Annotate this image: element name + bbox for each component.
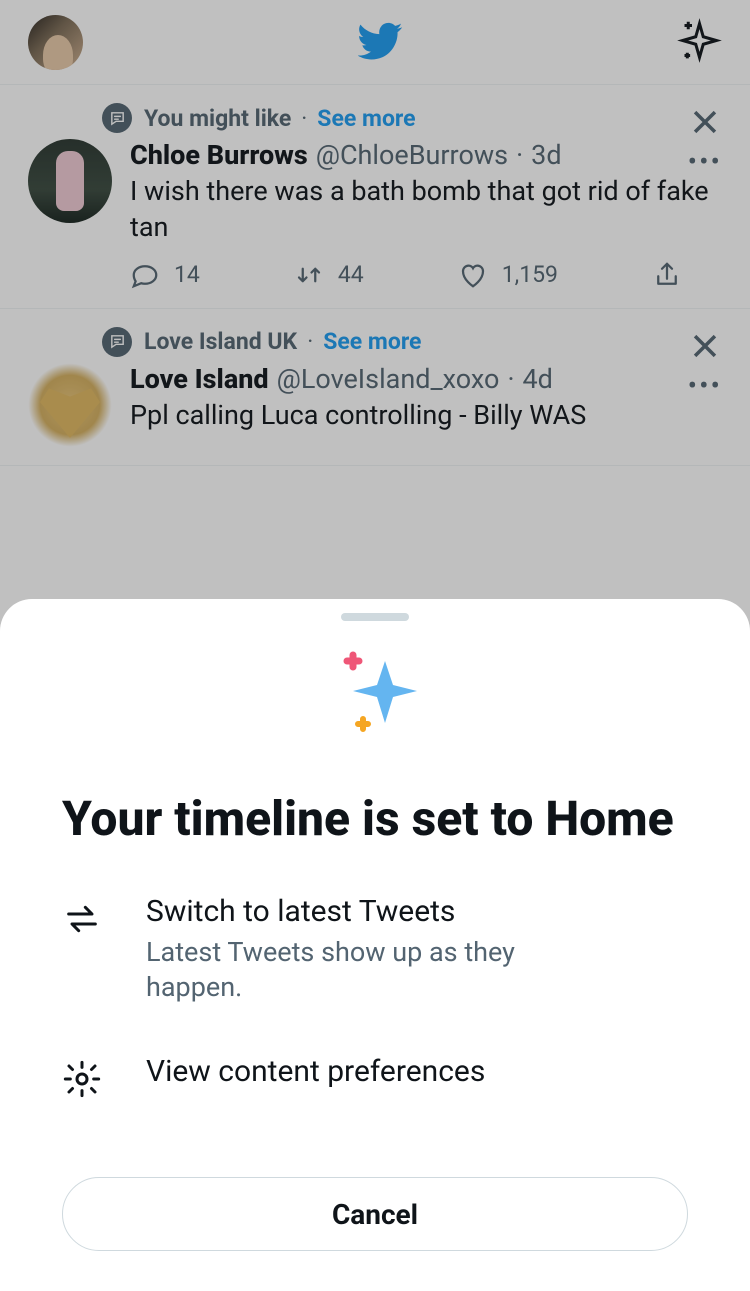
tweet-avatar[interactable] (28, 139, 112, 223)
share-button[interactable] (652, 260, 682, 290)
option-subtitle: Latest Tweets show up as they happen. (146, 935, 526, 1005)
like-button[interactable]: 1,159 (458, 260, 558, 290)
see-more-link[interactable]: See more (323, 328, 421, 355)
switch-latest-option[interactable]: Switch to latest Tweets Latest Tweets sh… (62, 889, 688, 1009)
timeline-options-sheet: Your timeline is set to Home Switch to l… (0, 599, 750, 1291)
like-count: 1,159 (502, 261, 558, 288)
display-name[interactable]: Chloe Burrows (130, 139, 308, 171)
share-icon (652, 260, 682, 290)
header-bar (0, 0, 750, 85)
topic-label: You might like · See more (144, 105, 416, 132)
reply-count: 14 (174, 261, 200, 288)
tweet-card[interactable]: You might like · See more Chloe Burrows … (0, 85, 750, 309)
separator-dot: · (307, 328, 313, 355)
sheet-title: Your timeline is set to Home (62, 791, 688, 848)
tweet-avatar[interactable] (28, 363, 112, 447)
retweet-count: 44 (338, 261, 364, 288)
tweet-time: 4d (523, 363, 553, 395)
tweet-time: 3d (531, 139, 561, 171)
swap-arrows-icon (62, 893, 106, 943)
topic-text: Love Island UK (144, 328, 297, 355)
retweet-button[interactable]: 44 (294, 260, 364, 290)
more-icon[interactable]: ••• (688, 145, 722, 178)
option-title: View content preferences (146, 1053, 485, 1091)
user-handle[interactable]: @ChloeBurrows (316, 139, 508, 171)
cancel-button[interactable]: Cancel (62, 1177, 688, 1251)
more-icon[interactable]: ••• (688, 369, 722, 402)
profile-avatar[interactable] (28, 15, 83, 70)
topic-chat-icon (102, 103, 132, 133)
separator-dot: · (516, 139, 523, 171)
topic-chat-icon (102, 327, 132, 357)
tweet-text: Ppl calling Luca controlling - Billy WAS (130, 397, 722, 433)
separator-dot: · (301, 105, 307, 132)
heart-icon (458, 260, 488, 290)
topic-text: You might like (144, 105, 291, 132)
user-handle[interactable]: @LoveIsland_xoxo (277, 363, 500, 395)
close-icon[interactable] (688, 329, 722, 363)
sheet-drag-handle[interactable] (341, 613, 409, 621)
close-icon[interactable] (688, 105, 722, 139)
cancel-label: Cancel (332, 1198, 418, 1231)
see-more-link[interactable]: See more (317, 105, 415, 132)
sparkle-colored-icon (62, 641, 688, 741)
twitter-logo-icon[interactable] (358, 18, 403, 67)
display-name[interactable]: Love Island (130, 363, 269, 395)
topic-label: Love Island UK · See more (144, 328, 421, 355)
gear-icon (62, 1053, 106, 1103)
reply-button[interactable]: 14 (130, 260, 200, 290)
tweet-card[interactable]: Love Island UK · See more Love Island @L… (0, 309, 750, 466)
tweet-text: I wish there was a bath bomb that got ri… (130, 173, 722, 246)
reply-icon (130, 260, 160, 290)
sparkle-icon[interactable] (677, 18, 722, 67)
content-preferences-option[interactable]: View content preferences (62, 1049, 688, 1107)
option-title: Switch to latest Tweets (146, 893, 526, 931)
retweet-icon (294, 260, 324, 290)
separator-dot: · (507, 363, 514, 395)
